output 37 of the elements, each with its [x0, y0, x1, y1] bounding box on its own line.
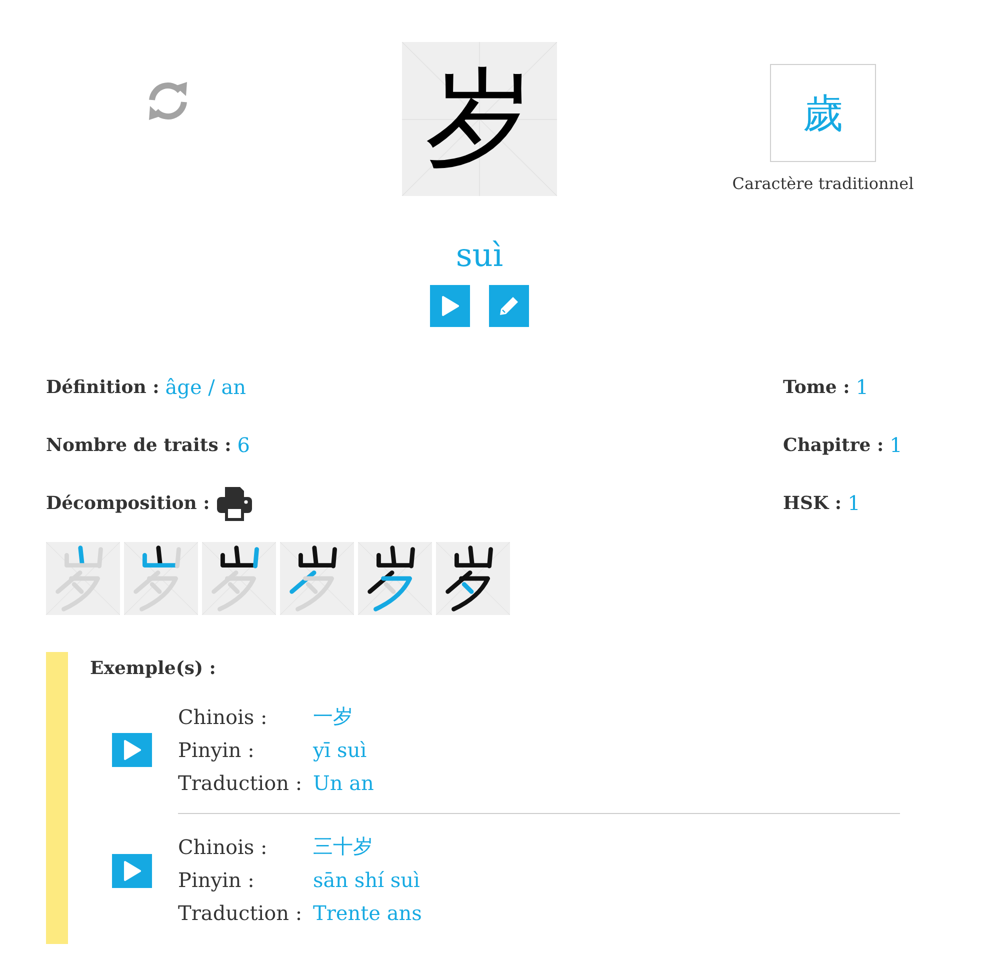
- play-icon: [441, 296, 459, 316]
- play-icon: [123, 740, 141, 760]
- pinyin-text: suì: [456, 235, 504, 276]
- field-label: Tome :: [783, 376, 850, 398]
- field-label: HSK :: [783, 492, 842, 514]
- example-label: Traduction :: [178, 770, 304, 794]
- example-chinese: 一岁: [313, 703, 353, 730]
- play-icon: [123, 861, 141, 881]
- field-label: Nombre de traits :: [46, 434, 232, 456]
- example-label: Chinois :: [178, 704, 268, 728]
- traditional-character-caption: Caractère traditionnel: [732, 174, 914, 193]
- field-value: 6: [237, 433, 250, 457]
- traditional-character-link[interactable]: 歲: [770, 64, 876, 162]
- field-label: Décomposition :: [46, 492, 210, 514]
- pencil-icon: [498, 295, 520, 317]
- main-character: 岁: [426, 65, 534, 173]
- example-translation: Trente ans: [313, 900, 422, 924]
- field-label: Définition :: [46, 376, 160, 398]
- examples-heading: Exemple(s) :: [90, 657, 217, 681]
- printer-icon[interactable]: [216, 484, 253, 522]
- example-label: Pinyin :: [178, 868, 256, 892]
- field-value: âge / an: [165, 375, 246, 399]
- field-value: 1: [848, 491, 860, 515]
- example-translation: Un an: [313, 770, 374, 794]
- play-button[interactable]: [430, 285, 470, 327]
- example-label: Pinyin :: [178, 738, 256, 762]
- example-label: Chinois :: [178, 834, 268, 858]
- example-pinyin: sān shí suì: [313, 868, 420, 892]
- example-chinese: 三十岁: [313, 833, 373, 860]
- play-button[interactable]: [112, 732, 152, 766]
- field-label: Chapitre :: [783, 434, 884, 456]
- field-value: 1: [856, 375, 868, 399]
- edit-button[interactable]: [489, 285, 529, 327]
- field-value: 1: [890, 433, 902, 457]
- example-pinyin: yī suì: [313, 738, 367, 762]
- play-button[interactable]: [112, 854, 152, 888]
- example-label: Traduction :: [178, 900, 304, 924]
